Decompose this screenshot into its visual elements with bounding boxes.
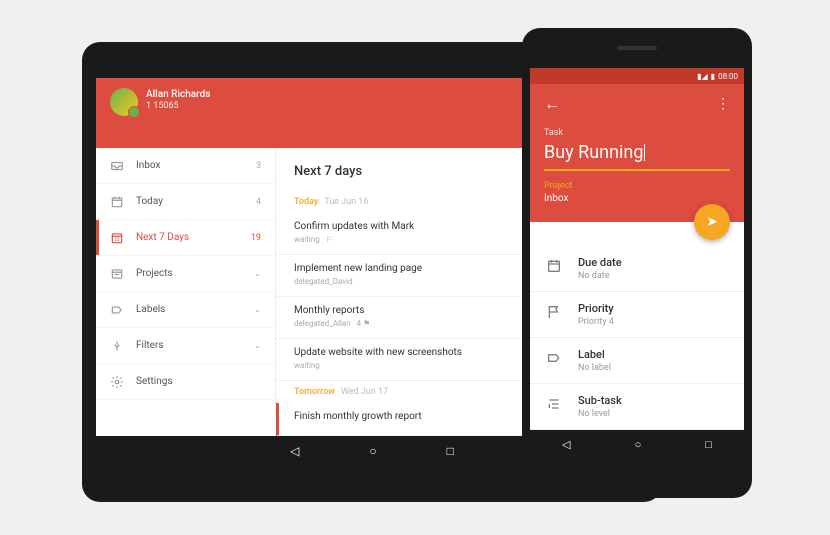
detail-label: Due date	[578, 256, 728, 269]
sidebar-item-today[interactable]: Today 4	[96, 184, 275, 220]
sidebar-item-projects[interactable]: Projects ⌄	[96, 256, 275, 292]
section-date: Tue Jun 16	[324, 197, 368, 207]
send-icon: ➤	[706, 214, 718, 230]
status-bar: ▮◢ ▮ 08:00	[530, 68, 744, 84]
flag-icon	[546, 304, 562, 320]
detail-sub-task[interactable]: Sub-task No level	[530, 384, 744, 430]
sidebar-item-labels[interactable]: Labels ⌄	[96, 292, 275, 328]
sidebar-item-count: 4	[256, 197, 261, 207]
sidebar-item-label: Inbox	[136, 160, 256, 171]
detail-label: Priority	[578, 302, 728, 315]
section-date: Wed Jun 17	[341, 387, 388, 397]
sidebar-item-label: Labels	[136, 304, 254, 315]
detail-priority[interactable]: Priority Priority 4	[530, 292, 744, 338]
sidebar-item-count: 3	[256, 161, 261, 171]
task-label: Task	[544, 128, 730, 138]
user-count: 1 15065	[146, 101, 210, 113]
flag-icon: ⚐	[326, 235, 333, 244]
filter-icon	[110, 339, 124, 353]
phone-header: ← ⋮ Task Buy Running Project Inbox ➤	[530, 84, 744, 222]
detail-value: Priority 4	[578, 317, 728, 327]
section-label: Today	[294, 197, 318, 207]
chevron-down-icon: ⌄	[254, 341, 261, 350]
chevron-down-icon: ⌄	[254, 305, 261, 314]
calendar-icon	[110, 195, 124, 209]
battery-icon: ▮	[711, 72, 715, 81]
more-icon[interactable]: ⋮	[716, 96, 730, 112]
inbox-icon	[110, 159, 124, 173]
nav-back-icon[interactable]: ◁	[562, 438, 570, 451]
sidebar-item-inbox[interactable]: Inbox 3	[96, 148, 275, 184]
project-label: Project	[544, 181, 730, 191]
detail-due-date[interactable]: Due date No date	[530, 246, 744, 292]
sidebar-item-label: Filters	[136, 340, 254, 351]
sidebar-item-label: Next 7 Days	[136, 232, 251, 243]
chevron-down-icon: ⌄	[254, 269, 261, 278]
sidebar-item-next-7-days[interactable]: 22 Next 7 Days 19	[96, 220, 275, 256]
calendar-days-icon: 22	[110, 231, 124, 245]
phone-speaker	[617, 46, 657, 50]
detail-label: Label	[578, 348, 728, 361]
user-info[interactable]: Allan Richards 1 15065	[146, 88, 210, 113]
label-icon	[546, 350, 562, 366]
svg-text:22: 22	[114, 236, 120, 242]
sidebar: Inbox 3 Today 4 22 Next 7 Days 19 Projec…	[96, 148, 276, 436]
sidebar-item-label: Today	[136, 196, 256, 207]
calendar-icon	[546, 258, 562, 274]
android-nav: ◁ ○ □	[530, 430, 744, 458]
projects-icon	[110, 267, 124, 281]
send-fab[interactable]: ➤	[694, 204, 730, 240]
signal-icon: ▮◢	[697, 72, 708, 81]
phone-body: Due date No date Priority Priority 4 Lab…	[530, 222, 744, 430]
nav-recent-icon[interactable]: □	[705, 438, 712, 451]
sidebar-item-label: Settings	[136, 376, 261, 387]
detail-value: No level	[578, 409, 728, 419]
phone-frame: ▮◢ ▮ 08:00 ← ⋮ Task Buy Running Project …	[522, 28, 752, 498]
back-icon[interactable]: ←	[544, 94, 560, 114]
section-label: Tomorrow	[294, 387, 335, 397]
nav-home-icon[interactable]: ○	[369, 444, 376, 458]
nav-back-icon[interactable]: ◁	[290, 444, 299, 458]
detail-value: No date	[578, 271, 728, 281]
sidebar-item-filters[interactable]: Filters ⌄	[96, 328, 275, 364]
sidebar-item-settings[interactable]: Settings	[96, 364, 275, 400]
sidebar-item-count: 19	[251, 233, 261, 243]
gear-icon	[110, 375, 124, 389]
label-icon	[110, 303, 124, 317]
task-title-input[interactable]: Buy Running	[544, 142, 643, 163]
detail-label[interactable]: Label No label	[530, 338, 744, 384]
title-underline	[544, 169, 730, 171]
nav-recent-icon[interactable]: □	[447, 444, 454, 458]
detail-value: No label	[578, 363, 728, 373]
sidebar-item-label: Projects	[136, 268, 254, 279]
project-value[interactable]: Inbox	[544, 193, 730, 204]
phone-screen: ▮◢ ▮ 08:00 ← ⋮ Task Buy Running Project …	[530, 68, 744, 458]
nav-home-icon[interactable]: ○	[635, 438, 642, 451]
detail-label: Sub-task	[578, 394, 728, 407]
status-time: 08:00	[718, 72, 738, 81]
avatar[interactable]	[110, 88, 138, 116]
user-name: Allan Richards	[146, 88, 210, 101]
subtask-icon	[546, 396, 562, 412]
